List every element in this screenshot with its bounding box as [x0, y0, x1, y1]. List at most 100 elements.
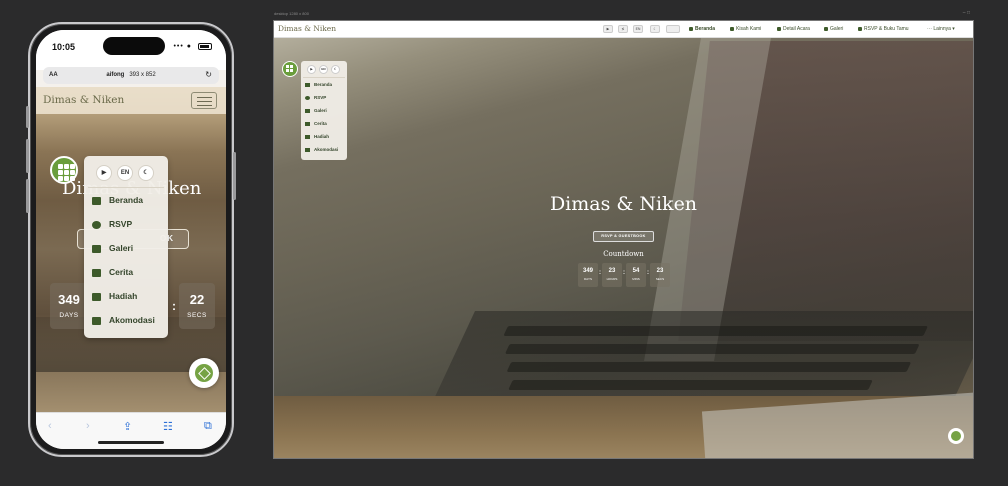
floating-action-button[interactable]: [948, 428, 964, 444]
menu-item-hadiah[interactable]: Hadiah: [92, 291, 137, 301]
countdown-days-label: DAYS: [584, 277, 592, 281]
nav-label: Galeri: [830, 26, 844, 32]
car-icon: [305, 147, 310, 152]
menu-grid-button[interactable]: [282, 61, 298, 77]
browser-toolbar: ‹ › ⇪ ☷ ⧉: [36, 412, 226, 449]
back-icon[interactable]: ‹: [48, 420, 52, 432]
menu-item-beranda[interactable]: Beranda: [92, 195, 143, 205]
image-icon: [92, 244, 101, 253]
menu-item-cerita[interactable]: Cerita: [305, 121, 327, 126]
menu-item-galeri[interactable]: Galeri: [92, 243, 133, 253]
countdown-title: Countdown: [603, 250, 644, 258]
quick-menu-panel: ▶ EN ☾ Beranda RSVP Galeri Cerita Hadiah…: [301, 61, 347, 160]
grid-cell: [58, 176, 63, 181]
phone-volume-up: [26, 139, 29, 173]
menu-item-label: RSVP: [314, 95, 327, 100]
book-icon: [305, 121, 310, 126]
menu-item-hadiah[interactable]: Hadiah: [305, 134, 329, 139]
menu-item-rsvp[interactable]: RSVP: [92, 219, 132, 229]
bookmarks-icon[interactable]: ☷: [163, 420, 173, 433]
grid-cell: [58, 164, 63, 169]
menu-item-akomodasi[interactable]: Akomodasi: [92, 315, 155, 325]
nav-beranda[interactable]: Beranda: [689, 26, 715, 32]
gift-icon: [92, 292, 101, 301]
countdown-secs: 22 SECS: [179, 283, 215, 329]
status-time: 10:05: [52, 42, 76, 52]
countdown-days-value: 349: [58, 292, 80, 307]
check-circle-icon: [858, 26, 862, 31]
hamburger-line: [197, 101, 212, 102]
desktop-brand[interactable]: Dimas & Niken: [278, 24, 336, 33]
dark-mode-button[interactable]: ☾: [331, 65, 340, 74]
countdown-separator: :: [172, 299, 176, 313]
grid-cell: [70, 164, 75, 169]
share-icon[interactable]: ⇪: [123, 420, 132, 433]
countdown-secs: 23 SECS: [650, 263, 670, 287]
countdown-separator: :: [647, 270, 649, 276]
countdown-secs-label: SECS: [655, 277, 665, 281]
nav-galeri[interactable]: Galeri: [824, 26, 843, 32]
music-play-button[interactable]: ▶: [603, 25, 613, 33]
menu-item-rsvp[interactable]: RSVP: [305, 95, 326, 100]
tabs-icon[interactable]: ⧉: [204, 420, 212, 433]
dark-mode-button[interactable]: ☾: [650, 25, 660, 33]
grid-cell: [70, 176, 75, 181]
nav-kisah-kami[interactable]: Kisah Kami: [730, 26, 761, 32]
image-icon: [305, 108, 310, 113]
desktop-window-label: desktop 1280 x 800: [274, 11, 309, 16]
menu-divider: [303, 77, 345, 78]
dark-mode-button[interactable]: ☾: [138, 165, 154, 181]
calendar-icon: [777, 26, 781, 31]
address-brand: aifong: [106, 72, 125, 78]
grid-cell: [64, 176, 69, 181]
music-play-button[interactable]: ▶: [96, 165, 112, 181]
language-toggle-button[interactable]: EN: [319, 65, 328, 74]
countdown-separator: :: [599, 270, 601, 276]
desktop-window-controls[interactable]: – □: [963, 10, 970, 16]
menu-item-label: Cerita: [314, 121, 327, 126]
menu-item-cerita[interactable]: Cerita: [92, 267, 133, 277]
hamburger-line: [197, 105, 212, 106]
language-toggle-button[interactable]: EN: [633, 25, 643, 33]
key-row: [503, 326, 928, 336]
forward-icon[interactable]: ›: [86, 420, 90, 432]
toggle-switch-icon[interactable]: [666, 25, 680, 33]
grid-cell: [58, 170, 63, 175]
phone-volume-down: [26, 179, 29, 213]
hamburger-menu-button[interactable]: [191, 92, 217, 109]
nav-detail-acara[interactable]: Detail Acara: [777, 26, 810, 32]
countdown-hours-value: 23: [608, 268, 616, 274]
menu-item-beranda[interactable]: Beranda: [305, 82, 332, 87]
grid-cell: [290, 65, 293, 68]
menu-item-label: Galeri: [109, 243, 134, 253]
home-icon: [305, 82, 310, 87]
share-icon[interactable]: ≶: [618, 25, 628, 33]
rsvp-guestbook-button[interactable]: RSVP & GUESTBOOK: [593, 231, 654, 242]
menu-item-label: Beranda: [109, 195, 144, 205]
countdown-days: 349 DAYS: [50, 283, 88, 329]
countdown-days-label: DAYS: [59, 312, 79, 319]
site-title[interactable]: Dimas & Niken: [43, 94, 124, 106]
battery-icon: [198, 43, 212, 50]
language-toggle-button[interactable]: EN: [117, 165, 133, 181]
nav-lainnya-dropdown[interactable]: ⋯ Lainnya ▾: [927, 26, 955, 32]
menu-divider: [88, 187, 164, 188]
menu-item-akomodasi[interactable]: Akomodasi: [305, 147, 338, 152]
check-circle-icon: [305, 95, 310, 100]
countdown-secs-value: 23: [656, 268, 664, 274]
menu-grid-button[interactable]: [50, 156, 78, 184]
reload-icon[interactable]: ↻: [205, 70, 212, 79]
nav-rsvp[interactable]: RSVP & Buku Tamu: [858, 26, 909, 32]
countdown-mins-label: MINS: [632, 277, 640, 281]
floating-action-button[interactable]: [189, 358, 219, 388]
countdown-hours-label: HOURS: [606, 277, 618, 281]
book-icon: [92, 268, 101, 277]
menu-item-galeri[interactable]: Galeri: [305, 108, 327, 113]
address-bar[interactable]: AA aifong 393 x 852 ↻: [43, 67, 219, 84]
menu-item-label: Cerita: [109, 267, 134, 277]
menu-item-label: Galeri: [314, 108, 327, 113]
desktop-preview: Dimas & Niken ▶ ≶ EN ☾ Beranda Kisah Kam…: [273, 20, 974, 459]
music-play-button[interactable]: ▶: [307, 65, 316, 74]
desktop-navbar: Dimas & Niken ▶ ≶ EN ☾ Beranda Kisah Kam…: [274, 21, 973, 38]
car-icon: [92, 316, 101, 325]
